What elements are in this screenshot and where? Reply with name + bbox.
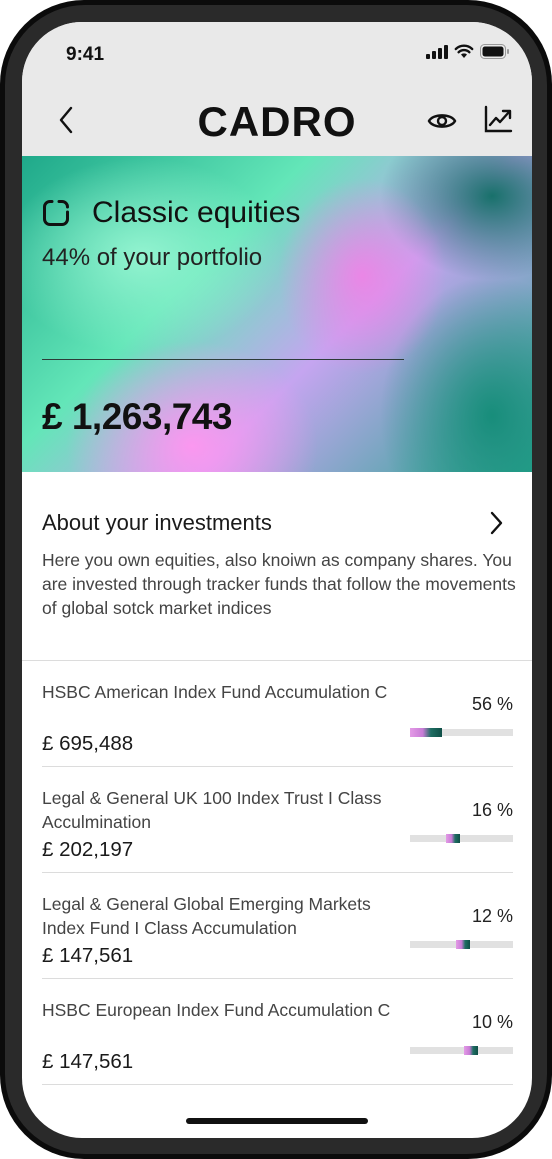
fund-percent: 12 %: [471, 906, 513, 926]
eye-icon: [427, 114, 457, 128]
hero-divider: [42, 359, 404, 360]
fund-value: £ 147,561: [42, 1050, 134, 1073]
trend-chart-icon: [484, 105, 513, 133]
portfolio-share: 44% of your portfolio: [42, 244, 263, 271]
about-title: About your investments: [42, 510, 272, 535]
fund-value: £ 695,488: [42, 732, 134, 755]
rounded-square-icon: [43, 200, 69, 226]
fund-name: HSBC American Index Fund Accumulation C: [42, 682, 388, 702]
fund-name: Legal & General UK 100 Index Trust I Cla…: [42, 788, 382, 832]
hero-title-row: Classic equities: [42, 196, 300, 230]
about-investments-section[interactable]: About your investments Here you own equi…: [22, 472, 532, 661]
allocation-bar-fill: [446, 834, 460, 843]
fund-name: Legal & General Global Emerging Markets …: [42, 894, 371, 938]
fund-row[interactable]: Legal & General Global Emerging Markets …: [42, 873, 513, 979]
status-icons: [426, 44, 510, 59]
home-indicator[interactable]: [186, 1118, 368, 1124]
fund-row[interactable]: HSBC American Index Fund Accumulation C …: [42, 661, 513, 767]
app-header: CADRO: [22, 86, 532, 156]
allocation-bar: [410, 940, 513, 949]
about-description: Here you own equities, also knoiwn as co…: [42, 550, 516, 618]
allocation-bar-fill: [410, 728, 442, 737]
portfolio-hero-card: Classic equities 44% of your portfolio £…: [22, 156, 532, 472]
cellular-signal-icon: [426, 44, 448, 59]
allocation-bar-fill: [464, 1046, 478, 1055]
fund-percent: 16 %: [471, 800, 513, 820]
chevron-right-icon[interactable]: [484, 510, 510, 536]
allocation-bar: [410, 728, 513, 737]
fund-value: £ 147,561: [42, 944, 134, 967]
battery-icon: [480, 44, 509, 59]
fund-value: £ 202,197: [42, 838, 134, 861]
performance-chart-button[interactable]: [480, 101, 516, 137]
allocation-bar: [410, 1046, 513, 1055]
fund-percent: 56 %: [471, 694, 513, 714]
asset-class-title: Classic equities: [92, 196, 301, 229]
allocation-bar-fill: [456, 940, 470, 949]
phone-frame: 9:41 CADRO Classic equities 44% of your …: [0, 0, 552, 1159]
wifi-icon: [454, 44, 474, 58]
fund-percent: 10 %: [471, 1012, 513, 1032]
fund-row[interactable]: Legal & General UK 100 Index Trust I Cla…: [42, 767, 513, 873]
allocation-bar: [410, 834, 513, 843]
total-value: £ 1,263,743: [42, 396, 232, 437]
fund-row[interactable]: HSBC European Index Fund Accumulation C …: [42, 979, 513, 1085]
status-time: 9:41: [66, 44, 105, 65]
app-screen: 9:41 CADRO Classic equities 44% of your …: [22, 22, 532, 1138]
toggle-visibility-button[interactable]: [424, 103, 460, 139]
fund-name: HSBC European Index Fund Accumulation C: [42, 1000, 391, 1020]
status-bar: 9:41: [22, 22, 532, 86]
